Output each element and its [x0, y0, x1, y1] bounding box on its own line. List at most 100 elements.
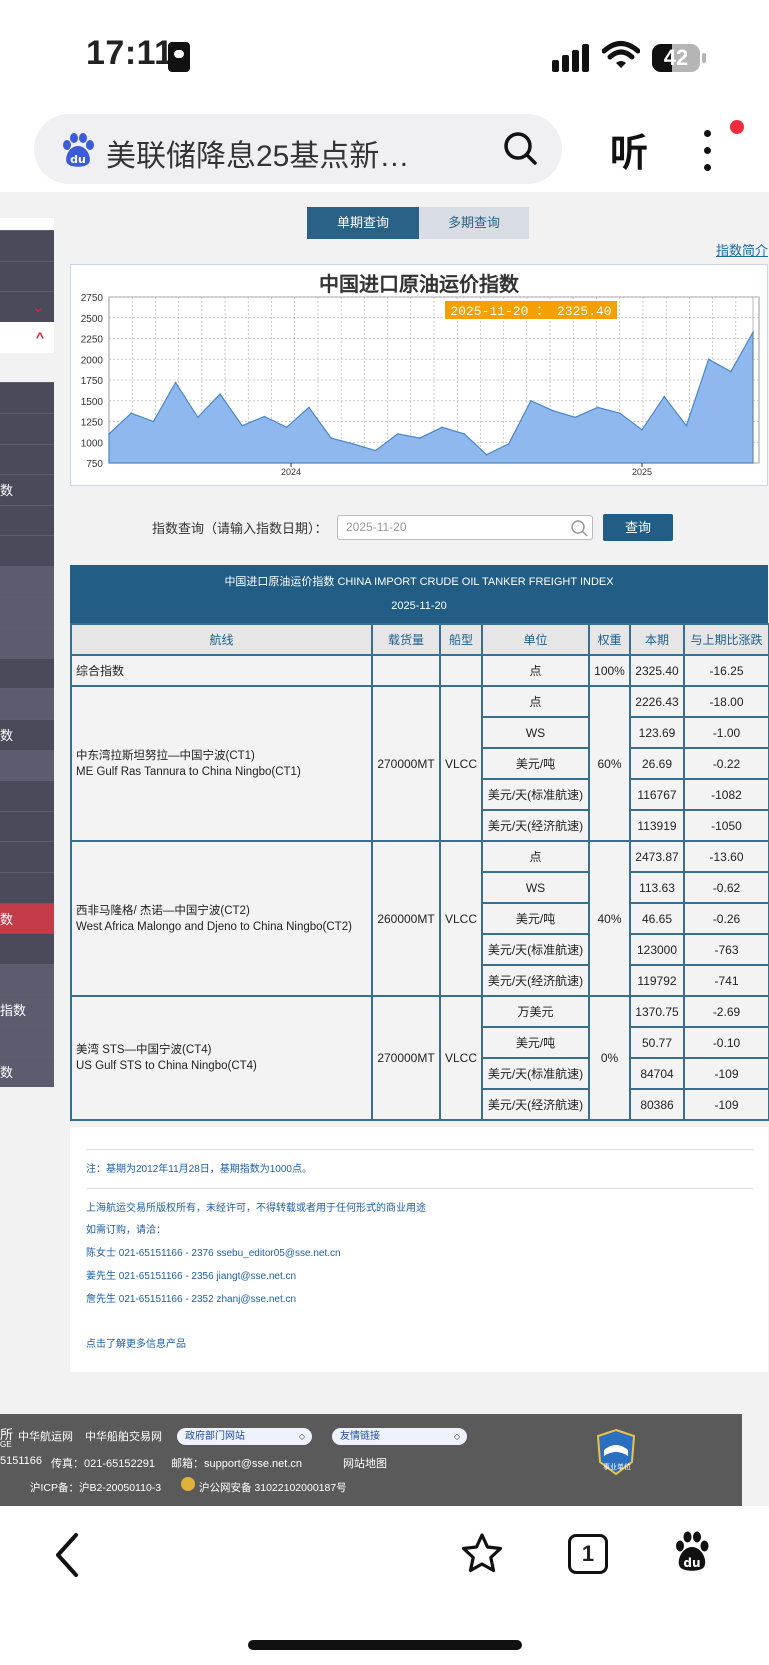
sidebar-item[interactable] [0, 230, 54, 261]
footer-fax: 传真：021-65152291 [51, 1458, 155, 1470]
footer-icp[interactable]: 沪ICP备：沪B2-20050110-3 [30, 1480, 161, 1495]
search-icon[interactable] [500, 128, 540, 168]
unit-cell: 点 [481, 840, 590, 873]
sidebar-item[interactable] [0, 382, 54, 414]
sidebar-item[interactable]: ⌄ [0, 291, 54, 323]
sidebar-item[interactable]: ^ [0, 321, 54, 353]
sidebar-item[interactable]: 数 [0, 474, 54, 506]
route-name-cn: 美湾 STS—中国宁波(CT4) [76, 1044, 212, 1056]
sidebar-item[interactable] [0, 810, 54, 842]
footer-link[interactable]: 中华航运网 [18, 1428, 73, 1444]
tab-multi-period[interactable]: 多期查询 [419, 207, 529, 239]
sidebar-item[interactable]: 指数 [0, 994, 54, 1026]
footer-link[interactable]: 中华船舶交易网 [85, 1428, 162, 1444]
sidebar-item[interactable] [0, 627, 54, 659]
footer-email: 邮箱：support@sse.net.cn [171, 1458, 302, 1470]
copyright-note: 上海航运交易所版权所有，未经许可，不得转载或者用于任何形式的商业用途 [86, 1203, 426, 1214]
route-name-en: ME Gulf Ras Tannura to China Ningbo(CT1) [76, 765, 301, 778]
capacity-cell: 270000MT [371, 685, 441, 842]
sidebar-item[interactable] [0, 1025, 54, 1056]
sidebar-item[interactable] [0, 596, 54, 628]
y-tick-label: 2500 [81, 314, 104, 325]
weight-cell: 60% [588, 685, 631, 842]
index-intro-link[interactable]: 指数简介 [716, 240, 768, 259]
search-icon[interactable] [570, 519, 588, 537]
route-cell: 综合指数 [70, 654, 373, 687]
unit-cell: WS [481, 716, 590, 749]
listen-button[interactable]: 听 [610, 122, 648, 177]
sidebar-item[interactable]: 数 [0, 902, 54, 934]
tab-single-period[interactable]: 单期查询 [307, 207, 419, 239]
sidebar-item[interactable] [0, 872, 54, 903]
change-cell: -109 [683, 1088, 769, 1121]
data-point [352, 443, 355, 445]
query-label: 指数查询（请输入指数日期）： [152, 521, 328, 536]
contact-line: 姜先生 021-65151166 - 2356 jiangt@sse.net.c… [86, 1271, 297, 1282]
change-cell: -0.26 [683, 902, 769, 935]
bookmark-star-icon[interactable] [460, 1532, 504, 1576]
sidebar-item[interactable] [0, 688, 54, 720]
sidebar-item[interactable]: 数 [0, 1055, 54, 1087]
route-cell: 中东湾拉斯坦努拉—中国宁波(CT1) ME Gulf Ras Tannura to… [70, 685, 373, 842]
footer-police[interactable]: 沪公网安备 31022102000187号 [199, 1480, 347, 1495]
x-tick-label: 2024 [281, 467, 301, 477]
current-cell: 113919 [629, 809, 685, 842]
sidebar-item[interactable] [0, 260, 54, 292]
sidebar-item[interactable] [0, 657, 54, 689]
unit-cell: 点 [481, 654, 590, 687]
sidebar-item-label: 数 [0, 911, 14, 927]
gov-sites-select[interactable]: 政府部门网站 ◇ [177, 1428, 312, 1445]
site-footer: 所 GE 中华航运网 中华船舶交易网 政府部门网站 ◇ 友情链接 ◇ 5151166… [0, 1414, 742, 1506]
change-cell: -18.00 [683, 685, 769, 718]
data-point [707, 358, 710, 361]
baidu-paw-icon[interactable]: du [672, 1530, 712, 1574]
badge-label: 事业单位 [603, 1464, 631, 1471]
sidebar-item[interactable] [0, 566, 54, 597]
data-point [641, 429, 643, 431]
sidebar-item[interactable] [0, 535, 54, 567]
more-info-link[interactable]: 点击了解更多信息产品 [86, 1335, 186, 1350]
chart-tooltip: 2025-11-20 ： 2325.40 [450, 304, 611, 319]
route-name-en: US Gulf STS to China Ningbo(CT4) [76, 1060, 257, 1072]
date-input[interactable]: 2025-11-20 [337, 515, 593, 540]
ship-cell: VLCC [439, 685, 483, 842]
unit-cell: 万美元 [481, 995, 590, 1028]
battery-icon: 42 [652, 44, 700, 72]
search-bar[interactable]: du 美联储降息25基点新… [34, 114, 562, 184]
current-cell: 116767 [629, 778, 685, 811]
tabs-count-button[interactable]: 1 [568, 1534, 608, 1574]
current-cell: 26.69 [629, 747, 685, 780]
sidebar-item[interactable] [0, 963, 54, 995]
unit-cell: 点 [481, 685, 590, 718]
sidebar-item[interactable] [0, 933, 54, 965]
more-menu-icon[interactable] [690, 126, 730, 176]
sidebar-item[interactable] [0, 504, 54, 536]
query-button[interactable]: 查询 [603, 514, 673, 541]
sidebar-item[interactable] [0, 413, 54, 444]
change-cell: -1050 [683, 809, 769, 842]
data-point [441, 426, 443, 429]
y-tick-label: 1250 [81, 418, 104, 429]
ship-cell: VLCC [439, 995, 483, 1121]
sidebar-item[interactable] [0, 443, 54, 475]
current-cell: 113.63 [629, 871, 685, 904]
index-chart: 中国进口原油运价指数 2750 2500 2250 2000 1750 1500 1250 1… [70, 264, 768, 486]
capacity-cell: 260000MT [371, 840, 441, 997]
sidebar-item[interactable]: 数 [0, 719, 54, 750]
y-tick-label: 2750 [81, 293, 104, 304]
sitemap-link[interactable]: 网站地图 [343, 1455, 387, 1471]
contact-card-icon [168, 42, 190, 72]
friend-links-select[interactable]: 友情链接 ◇ [332, 1428, 467, 1445]
contact-line: 詹先生 021-65151166 - 2352 zhanj@sse.net.cn [86, 1294, 297, 1305]
cellular-signal-icon [552, 44, 592, 72]
sidebar-item[interactable] [0, 780, 54, 812]
current-cell: 50.77 [629, 1026, 685, 1059]
unit-cell: WS [481, 871, 590, 904]
table-header-banner: 中国进口原油运价指数 CHINA IMPORT CRUDE OIL TANKER… [70, 565, 768, 623]
back-arrow-icon[interactable] [52, 1532, 82, 1578]
sidebar-item[interactable] [0, 749, 54, 781]
footer-phone: 5151166 [0, 1455, 43, 1467]
svg-text:du: du [683, 1556, 700, 1570]
sidebar-item-label: 数 [0, 728, 14, 743]
sidebar-item[interactable] [0, 841, 54, 873]
